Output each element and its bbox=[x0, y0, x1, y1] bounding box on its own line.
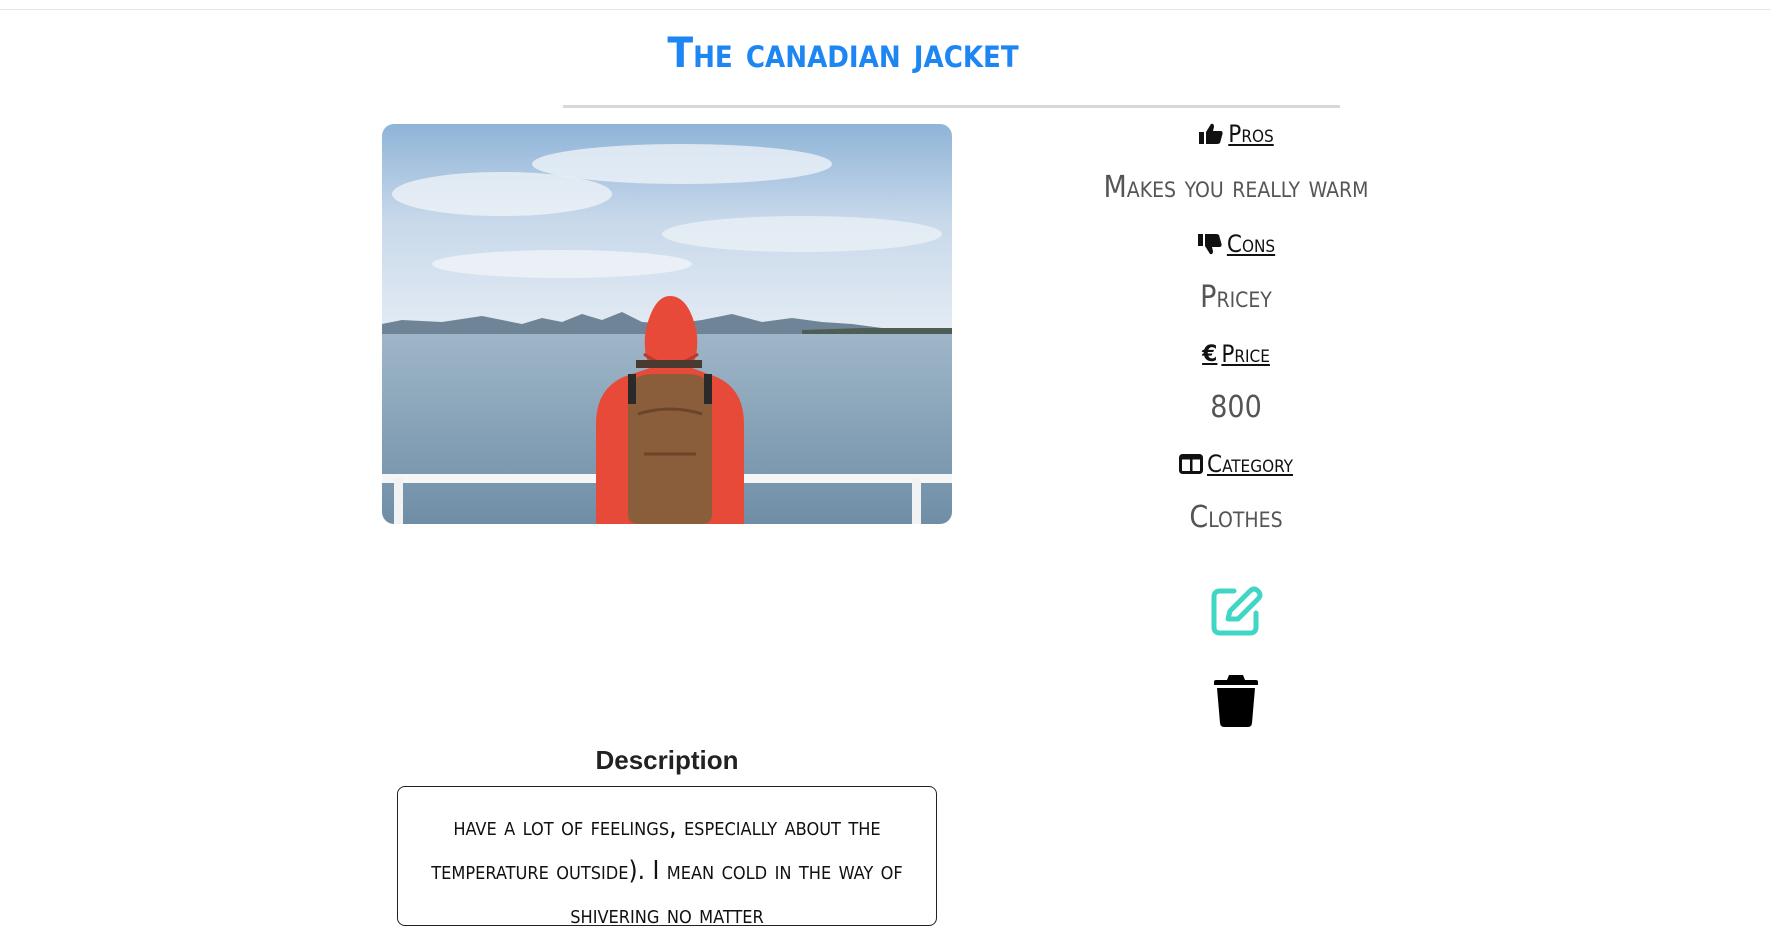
description-box: have a lot of feelings, especially about… bbox=[397, 786, 937, 930]
title-underline bbox=[563, 105, 1340, 108]
page-title: The canadian jacket bbox=[667, 28, 1019, 77]
cons-heading: Cons bbox=[1197, 230, 1275, 258]
category-value: Clothes bbox=[1189, 500, 1283, 535]
product-photo bbox=[382, 124, 952, 524]
pros-heading: Pros bbox=[1198, 120, 1274, 148]
euro-icon: € bbox=[1202, 341, 1218, 367]
pros-label: Pros bbox=[1228, 120, 1274, 148]
cons-label: Cons bbox=[1226, 230, 1276, 258]
table-columns-icon bbox=[1179, 453, 1203, 475]
edit-button[interactable] bbox=[1208, 583, 1264, 639]
description-text: have a lot of feelings, especially about… bbox=[431, 812, 903, 930]
cons-value: Pricey bbox=[1200, 280, 1272, 315]
pros-value: Makes you really warm bbox=[1103, 170, 1369, 205]
thumbs-down-icon bbox=[1197, 232, 1223, 256]
delete-button[interactable] bbox=[1214, 673, 1258, 727]
price-heading: € Price bbox=[1202, 340, 1270, 368]
edit-icon bbox=[1211, 586, 1263, 636]
top-divider bbox=[0, 9, 1770, 10]
category-heading: Category bbox=[1179, 450, 1293, 478]
thumbs-up-icon bbox=[1198, 122, 1224, 146]
category-label: Category bbox=[1207, 450, 1293, 478]
description-label: Description bbox=[595, 745, 739, 775]
trash-icon bbox=[1214, 675, 1258, 727]
price-value: 800 bbox=[1210, 390, 1262, 425]
price-label: Price bbox=[1221, 340, 1270, 368]
